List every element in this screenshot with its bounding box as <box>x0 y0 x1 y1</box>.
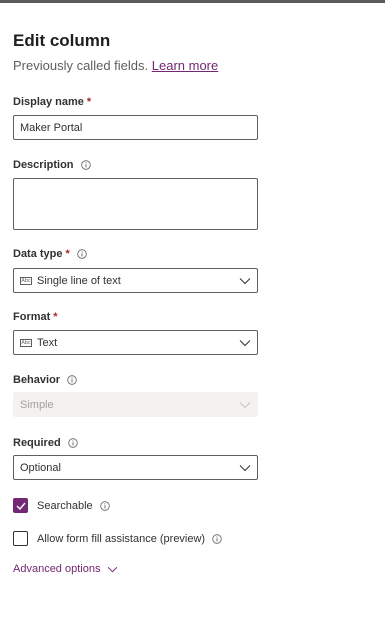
display-name-input[interactable]: Maker Portal <box>13 115 258 140</box>
description-label-text: Description <box>13 159 74 171</box>
checkmark-icon <box>16 502 26 510</box>
top-bar <box>0 0 385 3</box>
subtitle-text: Previously called fields. <box>13 58 149 73</box>
form-fill-row: Allow form fill assistance (preview) <box>13 531 222 546</box>
format-value: Text <box>37 336 58 349</box>
searchable-checkbox[interactable] <box>13 498 28 513</box>
info-icon[interactable] <box>77 249 87 259</box>
data-type-value: Single line of text <box>37 274 121 287</box>
panel-title: Edit column <box>13 31 111 50</box>
format-label: Format * <box>13 311 58 323</box>
data-type-label-text: Data type <box>13 248 63 260</box>
description-label: Description <box>13 159 91 171</box>
data-type-label: Data type * <box>13 248 87 260</box>
behavior-value: Simple <box>20 398 54 411</box>
data-type-dropdown[interactable]: Abc Single line of text <box>13 268 258 293</box>
required-label: Required <box>13 437 78 449</box>
display-name-label-text: Display name <box>13 96 84 108</box>
required-value: Optional <box>20 461 61 474</box>
chevron-down-icon <box>239 277 251 284</box>
required-asterisk: * <box>53 311 58 323</box>
display-name-label: Display name * <box>13 96 91 108</box>
info-icon[interactable] <box>67 375 77 385</box>
form-fill-checkbox[interactable] <box>13 531 28 546</box>
required-dropdown[interactable]: Optional <box>13 455 258 480</box>
text-abc-icon: Abc <box>20 276 32 285</box>
advanced-options-label: Advanced options <box>13 563 101 575</box>
advanced-options-toggle[interactable]: Advanced options <box>13 563 118 575</box>
info-icon[interactable] <box>80 160 91 170</box>
text-abc-icon: Abc <box>20 338 32 347</box>
learn-more-link[interactable]: Learn more <box>152 58 218 73</box>
behavior-label: Behavior <box>13 374 77 386</box>
format-label-text: Format <box>13 311 51 323</box>
info-icon[interactable] <box>67 438 78 448</box>
searchable-label: Searchable <box>37 499 93 512</box>
required-asterisk: * <box>86 96 92 108</box>
chevron-down-icon <box>239 339 251 346</box>
behavior-label-text: Behavior <box>13 374 61 386</box>
display-name-value: Maker Portal <box>20 121 83 134</box>
behavior-dropdown: Simple <box>13 392 258 417</box>
searchable-row: Searchable <box>13 498 110 513</box>
description-textarea[interactable] <box>13 178 258 230</box>
info-icon[interactable] <box>212 533 222 544</box>
info-icon[interactable] <box>99 500 110 511</box>
format-dropdown[interactable]: Abc Text <box>13 330 258 355</box>
chevron-down-icon <box>239 464 251 471</box>
required-asterisk: * <box>65 248 70 260</box>
chevron-down-icon <box>108 566 118 572</box>
panel-subtitle: Previously called fields. Learn more <box>13 58 218 73</box>
form-fill-label: Allow form fill assistance (preview) <box>37 532 206 545</box>
required-label-text: Required <box>13 437 61 449</box>
chevron-down-icon <box>239 401 251 408</box>
